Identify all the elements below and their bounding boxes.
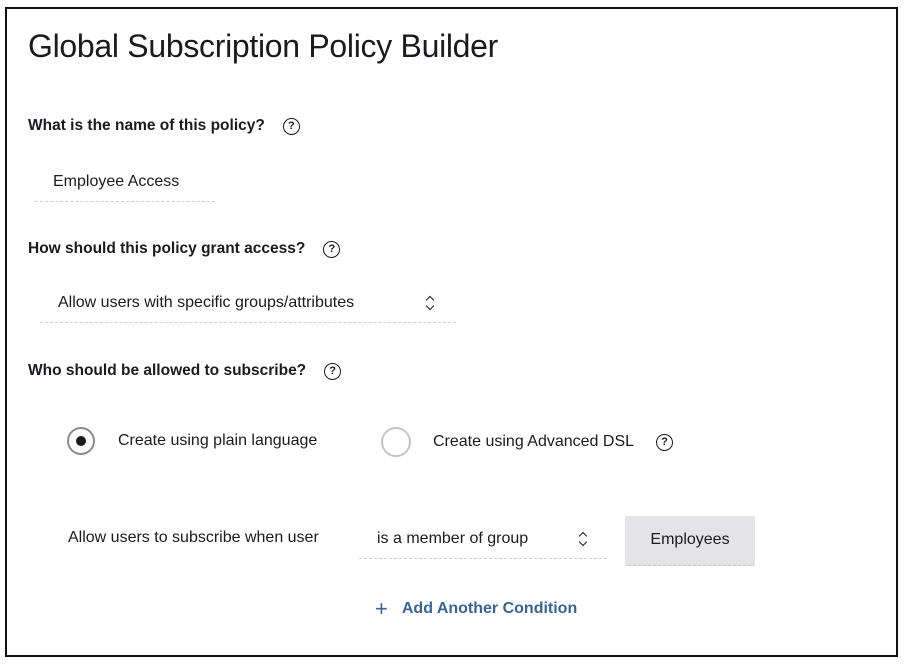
question-circle-icon[interactable]: ? xyxy=(282,117,300,135)
policy-builder-panel: Global Subscription Policy Builder What … xyxy=(5,7,898,657)
add-condition-label: Add Another Condition xyxy=(401,600,578,617)
grant-access-selected: Allow users with specific groups/attribu… xyxy=(58,294,355,311)
policy-name-label: What is the name of this policy? xyxy=(28,117,265,134)
condition-prefix-label: Allow users to subscribe when user xyxy=(68,529,319,546)
question-circle-icon[interactable]: ? xyxy=(656,433,674,451)
chevron-updown-icon xyxy=(426,294,434,312)
policy-name-input[interactable]: Employee Access xyxy=(35,162,215,202)
group-value-button[interactable]: Employees xyxy=(625,516,755,566)
grant-access-select[interactable]: Allow users with specific groups/attribu… xyxy=(40,283,456,323)
radio-button-unchecked[interactable] xyxy=(381,427,411,457)
add-condition-link[interactable]: + Add Another Condition xyxy=(375,598,577,620)
grant-access-question: How should this policy grant access? ? xyxy=(28,240,341,258)
chevron-updown-icon xyxy=(579,530,587,548)
radio-plain-language[interactable]: Create using plain language xyxy=(67,427,317,455)
subscribe-label: Who should be allowed to subscribe? xyxy=(28,362,307,379)
plus-icon: + xyxy=(375,596,388,621)
page-title: Global Subscription Policy Builder xyxy=(28,28,499,64)
grant-access-label: How should this policy grant access? xyxy=(28,240,306,257)
radio-button-checked[interactable] xyxy=(67,427,95,455)
policy-name-question: What is the name of this policy? ? xyxy=(28,117,300,135)
subscribe-question: Who should be allowed to subscribe? ? xyxy=(28,362,342,380)
condition-operator-selected: is a member of group xyxy=(377,530,529,547)
radio-plain-language-label: Create using plain language xyxy=(118,432,318,449)
question-circle-icon[interactable]: ? xyxy=(323,240,341,258)
question-circle-icon[interactable]: ? xyxy=(324,362,342,380)
radio-advanced-dsl-label: Create using Advanced DSL xyxy=(433,433,635,450)
condition-operator-select[interactable]: is a member of group xyxy=(359,519,607,559)
radio-advanced-dsl[interactable]: Create using Advanced DSL ? xyxy=(381,427,674,457)
